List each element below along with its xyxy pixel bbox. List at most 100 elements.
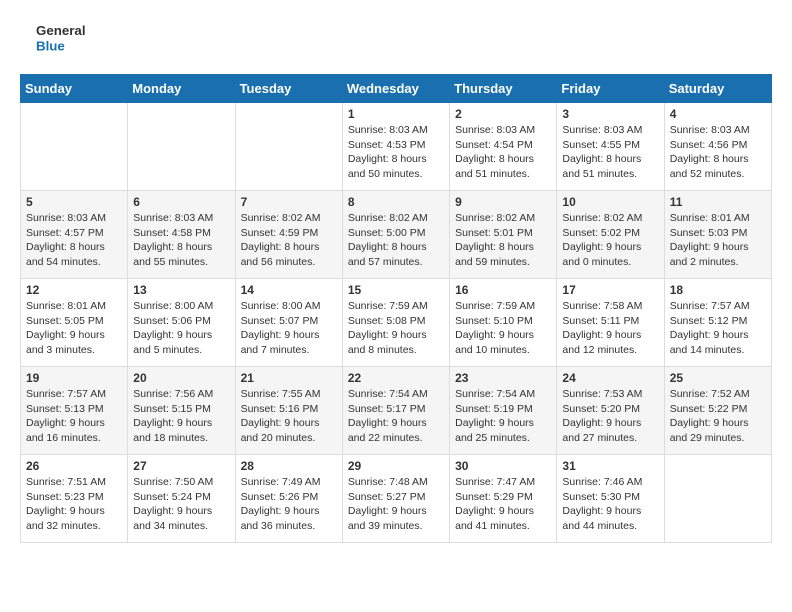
calendar-cell: 25 Sunrise: 7:52 AMSunset: 5:22 PMDayligh… [664, 367, 771, 455]
day-number: 4 [670, 107, 766, 121]
day-info: Sunrise: 8:00 AMSunset: 5:07 PMDaylight:… [241, 299, 337, 358]
day-info: Sunrise: 8:01 AMSunset: 5:05 PMDaylight:… [26, 299, 122, 358]
day-number: 15 [348, 283, 444, 297]
day-info: Sunrise: 8:02 AMSunset: 4:59 PMDaylight:… [241, 211, 337, 270]
day-number: 23 [455, 371, 551, 385]
calendar-cell: 6 Sunrise: 8:03 AMSunset: 4:58 PMDaylight… [128, 191, 235, 279]
calendar-week-row: 1Sunrise: 8:03 AMSunset: 4:53 PMDaylight… [21, 103, 772, 191]
day-number: 13 [133, 283, 229, 297]
calendar-cell: 3 Sunrise: 8:03 AMSunset: 4:55 PMDaylight… [557, 103, 664, 191]
day-info: Sunrise: 7:54 AMSunset: 5:19 PMDaylight:… [455, 387, 551, 446]
day-number: 27 [133, 459, 229, 473]
calendar-cell [235, 103, 342, 191]
day-info: Sunrise: 7:58 AMSunset: 5:11 PMDaylight:… [562, 299, 658, 358]
day-number: 20 [133, 371, 229, 385]
calendar-cell: 19 Sunrise: 7:57 AMSunset: 5:13 PMDayligh… [21, 367, 128, 455]
day-number: 12 [26, 283, 122, 297]
logo: General Blue [20, 20, 90, 58]
day-info: Sunrise: 8:01 AMSunset: 5:03 PMDaylight:… [670, 211, 766, 270]
day-info: Sunrise: 7:55 AMSunset: 5:16 PMDaylight:… [241, 387, 337, 446]
day-number: 16 [455, 283, 551, 297]
calendar-week-row: 5Sunrise: 8:03 AMSunset: 4:57 PMDaylight… [21, 191, 772, 279]
day-number: 22 [348, 371, 444, 385]
weekday-header-row: SundayMondayTuesdayWednesdayThursdayFrid… [21, 75, 772, 103]
day-info: Sunrise: 7:53 AMSunset: 5:20 PMDaylight:… [562, 387, 658, 446]
weekday-header: Friday [557, 75, 664, 103]
day-info: Sunrise: 7:48 AMSunset: 5:27 PMDaylight:… [348, 475, 444, 534]
calendar-cell: 28 Sunrise: 7:49 AMSunset: 5:26 PMDayligh… [235, 455, 342, 543]
day-number: 5 [26, 195, 122, 209]
day-info: Sunrise: 7:51 AMSunset: 5:23 PMDaylight:… [26, 475, 122, 534]
calendar-cell: 1Sunrise: 8:03 AMSunset: 4:53 PMDaylight… [342, 103, 449, 191]
day-info: Sunrise: 8:03 AMSunset: 4:54 PMDaylight:… [455, 123, 551, 182]
calendar-cell: 8 Sunrise: 8:02 AMSunset: 5:00 PMDaylight… [342, 191, 449, 279]
day-info: Sunrise: 7:59 AMSunset: 5:08 PMDaylight:… [348, 299, 444, 358]
day-info: Sunrise: 7:59 AMSunset: 5:10 PMDaylight:… [455, 299, 551, 358]
calendar-cell: 10 Sunrise: 8:02 AMSunset: 5:02 PMDayligh… [557, 191, 664, 279]
calendar-cell: 20 Sunrise: 7:56 AMSunset: 5:15 PMDayligh… [128, 367, 235, 455]
day-number: 1 [348, 107, 444, 121]
day-info: Sunrise: 7:46 AMSunset: 5:30 PMDaylight:… [562, 475, 658, 534]
calendar-cell [128, 103, 235, 191]
day-info: Sunrise: 8:03 AMSunset: 4:58 PMDaylight:… [133, 211, 229, 270]
day-info: Sunrise: 7:54 AMSunset: 5:17 PMDaylight:… [348, 387, 444, 446]
calendar-cell: 4Sunrise: 8:03 AMSunset: 4:56 PMDaylight… [664, 103, 771, 191]
calendar-cell: 24 Sunrise: 7:53 AMSunset: 5:20 PMDayligh… [557, 367, 664, 455]
day-number: 3 [562, 107, 658, 121]
day-info: Sunrise: 7:56 AMSunset: 5:15 PMDaylight:… [133, 387, 229, 446]
day-info: Sunrise: 8:03 AMSunset: 4:55 PMDaylight:… [562, 123, 658, 182]
calendar-cell: 29 Sunrise: 7:48 AMSunset: 5:27 PMDayligh… [342, 455, 449, 543]
day-number: 30 [455, 459, 551, 473]
day-info: Sunrise: 8:02 AMSunset: 5:00 PMDaylight:… [348, 211, 444, 270]
weekday-header: Thursday [450, 75, 557, 103]
calendar-cell: 14 Sunrise: 8:00 AMSunset: 5:07 PMDayligh… [235, 279, 342, 367]
weekday-header: Wednesday [342, 75, 449, 103]
calendar-cell: 2 Sunrise: 8:03 AMSunset: 4:54 PMDaylight… [450, 103, 557, 191]
calendar-cell: 16 Sunrise: 7:59 AMSunset: 5:10 PMDayligh… [450, 279, 557, 367]
day-number: 26 [26, 459, 122, 473]
weekday-header: Saturday [664, 75, 771, 103]
day-info: Sunrise: 7:47 AMSunset: 5:29 PMDaylight:… [455, 475, 551, 534]
day-number: 17 [562, 283, 658, 297]
calendar-cell [664, 455, 771, 543]
day-info: Sunrise: 7:49 AMSunset: 5:26 PMDaylight:… [241, 475, 337, 534]
calendar-cell: 5Sunrise: 8:03 AMSunset: 4:57 PMDaylight… [21, 191, 128, 279]
calendar-cell: 23 Sunrise: 7:54 AMSunset: 5:19 PMDayligh… [450, 367, 557, 455]
calendar-table: SundayMondayTuesdayWednesdayThursdayFrid… [20, 74, 772, 543]
day-info: Sunrise: 7:57 AMSunset: 5:13 PMDaylight:… [26, 387, 122, 446]
day-number: 24 [562, 371, 658, 385]
day-number: 8 [348, 195, 444, 209]
calendar-cell: 11 Sunrise: 8:01 AMSunset: 5:03 PMDayligh… [664, 191, 771, 279]
calendar-week-row: 26 Sunrise: 7:51 AMSunset: 5:23 PMDayligh… [21, 455, 772, 543]
svg-text:Blue: Blue [36, 38, 65, 53]
calendar-cell: 22 Sunrise: 7:54 AMSunset: 5:17 PMDayligh… [342, 367, 449, 455]
day-number: 25 [670, 371, 766, 385]
day-number: 10 [562, 195, 658, 209]
calendar-cell: 30 Sunrise: 7:47 AMSunset: 5:29 PMDayligh… [450, 455, 557, 543]
calendar-cell: 7 Sunrise: 8:02 AMSunset: 4:59 PMDaylight… [235, 191, 342, 279]
day-number: 28 [241, 459, 337, 473]
day-info: Sunrise: 8:02 AMSunset: 5:01 PMDaylight:… [455, 211, 551, 270]
day-number: 19 [26, 371, 122, 385]
calendar-cell: 27Sunrise: 7:50 AMSunset: 5:24 PMDayligh… [128, 455, 235, 543]
day-info: Sunrise: 7:52 AMSunset: 5:22 PMDaylight:… [670, 387, 766, 446]
day-info: Sunrise: 8:02 AMSunset: 5:02 PMDaylight:… [562, 211, 658, 270]
day-number: 7 [241, 195, 337, 209]
day-number: 29 [348, 459, 444, 473]
day-number: 11 [670, 195, 766, 209]
calendar-cell: 9 Sunrise: 8:02 AMSunset: 5:01 PMDaylight… [450, 191, 557, 279]
day-number: 6 [133, 195, 229, 209]
calendar-cell: 13Sunrise: 8:00 AMSunset: 5:06 PMDayligh… [128, 279, 235, 367]
page-header: General Blue [20, 20, 772, 58]
day-number: 14 [241, 283, 337, 297]
calendar-cell [21, 103, 128, 191]
calendar-cell: 17 Sunrise: 7:58 AMSunset: 5:11 PMDayligh… [557, 279, 664, 367]
calendar-cell: 26 Sunrise: 7:51 AMSunset: 5:23 PMDayligh… [21, 455, 128, 543]
day-number: 2 [455, 107, 551, 121]
day-number: 9 [455, 195, 551, 209]
day-number: 18 [670, 283, 766, 297]
calendar-cell: 31Sunrise: 7:46 AMSunset: 5:30 PMDayligh… [557, 455, 664, 543]
weekday-header: Tuesday [235, 75, 342, 103]
calendar-cell: 18Sunrise: 7:57 AMSunset: 5:12 PMDayligh… [664, 279, 771, 367]
calendar-week-row: 12 Sunrise: 8:01 AMSunset: 5:05 PMDayligh… [21, 279, 772, 367]
